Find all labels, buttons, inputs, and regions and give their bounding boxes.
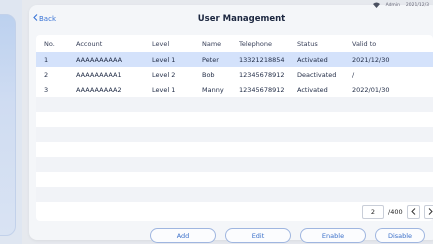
status-bar: Admin 2021/12/3 (372, 2, 429, 8)
side-nav-card (0, 14, 16, 236)
user-table: No. Account Level Name Telephone Status … (36, 35, 433, 221)
empty-row (36, 142, 433, 157)
cell-status: Activated (297, 85, 328, 94)
next-page-button[interactable] (423, 205, 433, 219)
status-datetime: 2021/12/3 (405, 2, 429, 8)
cell-name: Peter (202, 55, 219, 64)
cell-valid-to: 2022/01/30 (352, 85, 390, 94)
disable-button[interactable]: Disable (375, 228, 425, 243)
action-bar: Add Edit Enable Disable (150, 228, 425, 243)
cell-name: Bob (202, 70, 215, 79)
cell-valid-to: / (352, 70, 355, 79)
cell-account: AAAAAAAAA1 (76, 70, 122, 79)
cell-status: Deactivated (297, 70, 337, 79)
empty-row (36, 157, 433, 172)
page-number-input[interactable]: 2 (362, 205, 384, 219)
empty-row (36, 112, 433, 127)
cell-name: Manny (202, 85, 224, 94)
cell-no: 2 (44, 70, 49, 79)
table-row[interactable]: 2 AAAAAAAAA1 Level 2 Bob 12345678912 Dea… (36, 67, 433, 82)
empty-row (36, 127, 433, 142)
cell-status: Activated (297, 55, 328, 64)
table-row[interactable]: 1 AAAAAAAAAA Level 1 Peter 13321218854 A… (36, 52, 433, 67)
cell-account: AAAAAAAAA2 (76, 85, 122, 94)
chevron-right-icon (428, 207, 433, 217)
pagination: 2 /400 (362, 205, 433, 219)
cell-valid-to: 2021/12/30 (352, 55, 390, 64)
cell-level: Level 2 (152, 70, 176, 79)
column-header-status: Status (297, 39, 318, 48)
column-header-account: Account (76, 39, 103, 48)
column-header-no: No. (44, 39, 55, 48)
table-row[interactable]: 3 AAAAAAAAA2 Level 1 Manny 12345678912 A… (36, 82, 433, 97)
cell-telephone: 12345678912 (239, 70, 285, 79)
chevron-left-icon (410, 207, 416, 217)
cell-no: 3 (44, 85, 49, 94)
cell-no: 1 (44, 55, 49, 64)
column-header-valid-to: Valid to (352, 39, 377, 48)
add-button[interactable]: Add (150, 228, 216, 243)
column-header-level: Level (152, 39, 170, 48)
edit-button[interactable]: Edit (225, 228, 291, 243)
empty-row (36, 97, 433, 112)
empty-row (36, 187, 433, 202)
cell-account: AAAAAAAAAA (76, 55, 123, 64)
wifi-icon (372, 2, 380, 8)
column-header-telephone: Telephone (239, 39, 273, 48)
status-user: Admin (385, 2, 400, 8)
empty-row (36, 172, 433, 187)
page-total: /400 (388, 208, 403, 216)
table-header: No. Account Level Name Telephone Status … (36, 35, 433, 52)
cell-telephone: 12345678912 (239, 85, 285, 94)
cell-level: Level 1 (152, 55, 176, 64)
column-header-name: Name (202, 39, 222, 48)
side-panel (0, 0, 22, 244)
enable-button[interactable]: Enable (300, 228, 366, 243)
page-title: User Management (197, 14, 286, 24)
cell-telephone: 13321218854 (239, 55, 285, 64)
cell-level: Level 1 (152, 85, 176, 94)
prev-page-button[interactable] (406, 205, 420, 219)
